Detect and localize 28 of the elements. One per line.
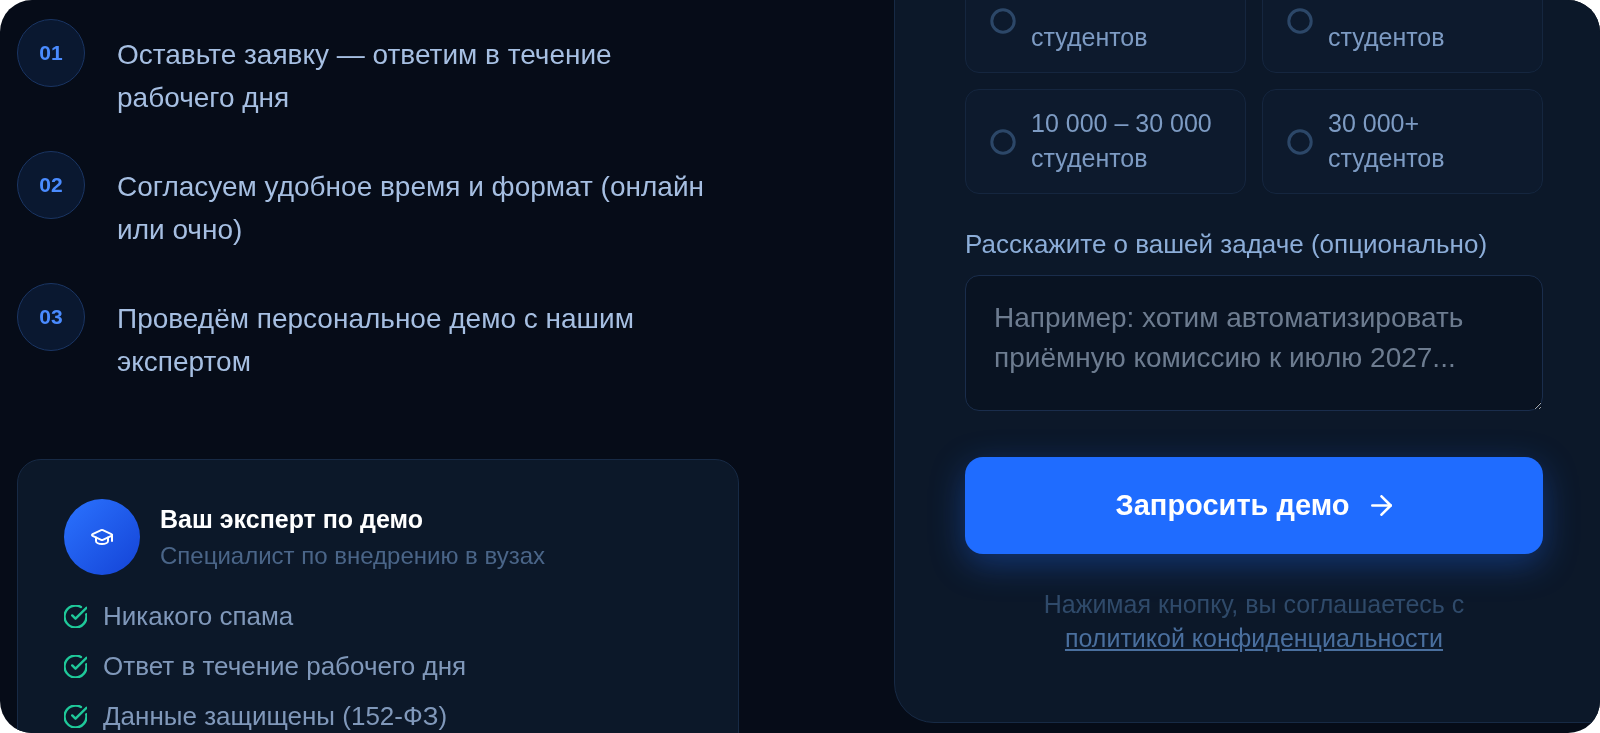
radio-icon [1287, 128, 1313, 155]
step-text: Согласуем удобное время и формат (онлайн или очно) [117, 170, 705, 247]
request-demo-button[interactable]: Запросить демо [965, 457, 1543, 554]
check-circle-icon [64, 654, 87, 678]
benefit-text: Ответ в течение рабочего дня [103, 653, 467, 679]
size-option[interactable]: 10 000 – 30 000 студентов [965, 89, 1246, 194]
step-number: 02 [17, 151, 85, 219]
privacy-policy-link[interactable]: политикой конфиденциальности [1064, 624, 1444, 652]
benefit-text: Данные защищены (152-ФЗ) [103, 703, 448, 729]
radio-icon [990, 7, 1016, 34]
check-circle-icon [64, 604, 87, 628]
expert-subtitle: Специалист по внедрению в вузах [160, 540, 546, 571]
step-text: Оставьте заявку — ответим в течение рабочего дня [117, 38, 613, 115]
task-label: Расскажите о вашей задаче (опционально) [965, 229, 1489, 259]
check-circle-icon [64, 704, 87, 728]
consent-text: Нажимая кнопку, вы соглашаетесь с политикой конфиденциальности [1042, 589, 1466, 654]
radio-icon [990, 128, 1016, 155]
size-option[interactable]: студентов [965, 0, 1246, 73]
step-number: 03 [17, 283, 85, 351]
step-number: 01 [17, 19, 85, 87]
size-option[interactable]: студентов [1262, 0, 1543, 73]
step-text: Проведём персональное демо с нашим экспертом [117, 302, 635, 379]
expert-title: Ваш эксперт по демо [160, 503, 424, 534]
task-textarea[interactable]: Например: хотим автоматизировать приёмную комиссию к июлю 2027... [965, 275, 1543, 411]
radio-icon [1287, 7, 1313, 34]
graduation-cap-icon [64, 499, 140, 575]
size-option[interactable]: 30 000+ студентов [1262, 89, 1543, 194]
benefit-text: Никакого спама [103, 603, 294, 629]
